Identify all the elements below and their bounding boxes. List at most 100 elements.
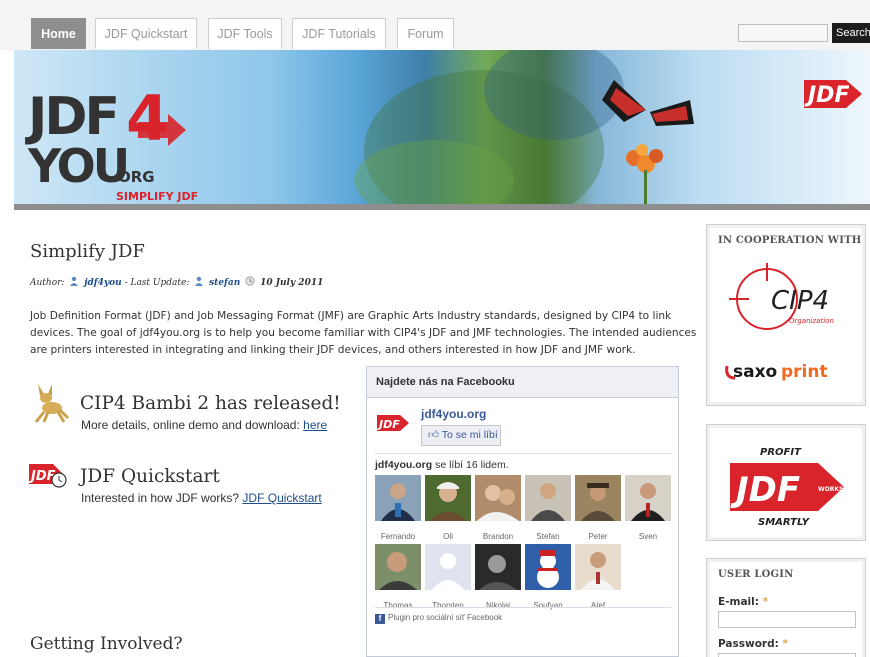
feature-title-quickstart: JDF Quickstart — [80, 466, 220, 487]
like-label: To se mi líbí — [441, 429, 498, 441]
svg-text:ORG: ORG — [118, 168, 155, 186]
article-meta: Author: jdf4you - Last Update: stefan 10… — [30, 276, 324, 288]
fan-avatar[interactable]: Soufyan — [525, 544, 571, 610]
user-icon — [195, 276, 204, 286]
feature-desc-quickstart: Interested in how JDF works? JDF Quickst… — [81, 491, 322, 505]
user-login-box: USER LOGIN E-mail: * Password: * — [706, 558, 866, 657]
fan-avatar[interactable]: Thomas — [375, 544, 421, 610]
divider — [375, 453, 671, 454]
facebook-plugin-footer: f Plugin pro sociální síť Facebook — [375, 613, 502, 624]
getting-involved-heading: Getting Involved? — [30, 634, 183, 654]
svg-text:saxo: saxo — [733, 362, 777, 382]
clock-icon — [245, 276, 255, 286]
jdf4you-page-logo: JDF — [377, 415, 409, 431]
fan-avatar[interactable]: Thorsten — [425, 544, 471, 610]
header-banner: JDF 4 YOU ORG SIMPLIFY JDF JDF — [14, 50, 870, 204]
user-icon — [70, 276, 79, 286]
saxoprint-logo[interactable]: saxo print — [723, 358, 853, 384]
feature-desc-bambi: More details, online demo and download: … — [81, 418, 327, 432]
intro-paragraph: Job Definition Format (JDF) and Job Mess… — [30, 310, 697, 356]
jdf4you-logo: JDF 4 YOU ORG SIMPLIFY JDF — [25, 82, 198, 202]
fan-name: Thomas — [383, 601, 413, 610]
updater-link[interactable]: stefan — [209, 278, 240, 288]
required-mark: * — [782, 638, 788, 650]
fan-name: Oli — [443, 532, 453, 541]
feature-title-bambi: CIP4 Bambi 2 has released! — [80, 393, 341, 414]
cip4-logo[interactable]: CIP4 Organization — [729, 263, 849, 333]
cooperation-box: IN COOPERATION WITH CIP4 Organization sa… — [706, 224, 866, 406]
bambi-icon — [34, 384, 70, 423]
profit-jdf-works-logo[interactable]: PROFIT JDF WORKS SMARTLY — [722, 435, 852, 535]
fan-name: Thorsten — [432, 601, 464, 610]
search-button[interactable]: Search — [832, 23, 870, 43]
facebook-header: Najdete nás na Facebooku — [367, 367, 678, 398]
here-link[interactable]: here — [303, 418, 327, 432]
password-label-text: Password: — [718, 638, 779, 650]
feature-desc-text: More details, online demo and download: — [81, 418, 304, 432]
jdf-quickstart-link[interactable]: JDF Quickstart — [242, 491, 321, 505]
svg-text:CIP4: CIP4 — [771, 286, 829, 316]
fan-avatar[interactable]: Nikolai — [475, 544, 521, 610]
svg-text:JDF: JDF — [730, 470, 800, 510]
fan-name: Soufyan — [533, 601, 563, 610]
fan-name: Sven — [638, 532, 658, 541]
fan-name: Stefan — [536, 532, 560, 541]
email-label-text: E-mail: — [718, 596, 759, 608]
fan-name: Atef — [590, 601, 606, 610]
svg-text:SMARTLY: SMARTLY — [758, 517, 811, 528]
svg-text:SIMPLIFY JDF: SIMPLIFY JDF — [116, 190, 198, 202]
cooperation-title: IN COOPERATION WITH — [718, 235, 862, 246]
search-input[interactable] — [738, 24, 828, 42]
author-link[interactable]: jdf4you — [84, 278, 121, 288]
tab-jdf-tutorials[interactable]: JDF Tutorials — [292, 18, 386, 49]
count-text: se líbí 16 lidem. — [432, 459, 509, 471]
email-field[interactable] — [718, 611, 856, 628]
fan-avatar[interactable]: Oli — [425, 475, 471, 541]
profit-jdf-box: PROFIT JDF WORKS SMARTLY — [706, 424, 866, 541]
fan-avatar[interactable]: Peter — [575, 475, 621, 541]
password-field[interactable] — [718, 653, 856, 657]
svg-text:JDF: JDF — [377, 418, 400, 431]
svg-text:YOU: YOU — [27, 139, 127, 193]
tab-jdf-tools[interactable]: JDF Tools — [208, 18, 282, 49]
butterfly-image — [602, 80, 694, 204]
fan-name: Brandon — [482, 532, 514, 541]
thumbs-up-icon: 👍︎ — [428, 429, 439, 441]
email-label: E-mail: * — [718, 596, 768, 608]
svg-text:print: print — [781, 362, 828, 382]
fan-avatar[interactable]: Brandon — [475, 475, 521, 541]
fan-name: Peter — [588, 532, 608, 541]
tab-home[interactable]: Home — [31, 18, 86, 49]
facebook-icon: f — [375, 614, 385, 624]
svg-text:4: 4 — [126, 82, 169, 155]
svg-text:Organization: Organization — [789, 317, 834, 325]
jdf-corner-logo: JDF — [804, 80, 862, 108]
page-title: Simplify JDF — [30, 241, 145, 262]
svg-text:JDF: JDF — [28, 469, 56, 484]
facebook-like-button[interactable]: 👍︎ To se mi líbí — [421, 425, 501, 446]
fan-avatar[interactable]: Atef — [575, 544, 621, 610]
fan-avatar[interactable]: Stefan — [525, 475, 571, 541]
tab-forum[interactable]: Forum — [397, 18, 454, 49]
footer-text: Plugin pro sociální síť Facebook — [388, 613, 503, 622]
facebook-like-count: jdf4you.org se líbí 16 lidem. — [375, 459, 509, 471]
tab-jdf-quickstart[interactable]: JDF Quickstart — [95, 18, 197, 49]
facebook-like-box: Najdete nás na Facebooku JDF jdf4you.org… — [366, 366, 679, 657]
update-date: 10 July 2011 — [260, 278, 324, 288]
svg-text:JDF: JDF — [804, 83, 849, 108]
svg-text:WORKS: WORKS — [818, 486, 843, 493]
jdf-clock-icon: JDF — [28, 464, 67, 488]
facebook-page-name[interactable]: jdf4you.org — [421, 407, 486, 421]
password-label: Password: * — [718, 638, 788, 650]
fan-avatar[interactable]: Sven — [625, 475, 671, 541]
svg-text:PROFIT: PROFIT — [760, 447, 802, 458]
feature-desc-text: Interested in how JDF works? — [81, 491, 243, 505]
divider — [375, 607, 671, 608]
user-login-title: USER LOGIN — [718, 569, 794, 580]
fan-avatar[interactable]: Fernando — [375, 475, 421, 541]
fan-name: Nikolai — [485, 601, 510, 610]
top-navigation: Home JDF Quickstart JDF Tools JDF Tutori… — [0, 0, 870, 50]
last-update-label: Last Update: — [130, 278, 190, 288]
author-label: Author: — [30, 278, 65, 288]
svg-text:JDF: JDF — [25, 87, 117, 147]
